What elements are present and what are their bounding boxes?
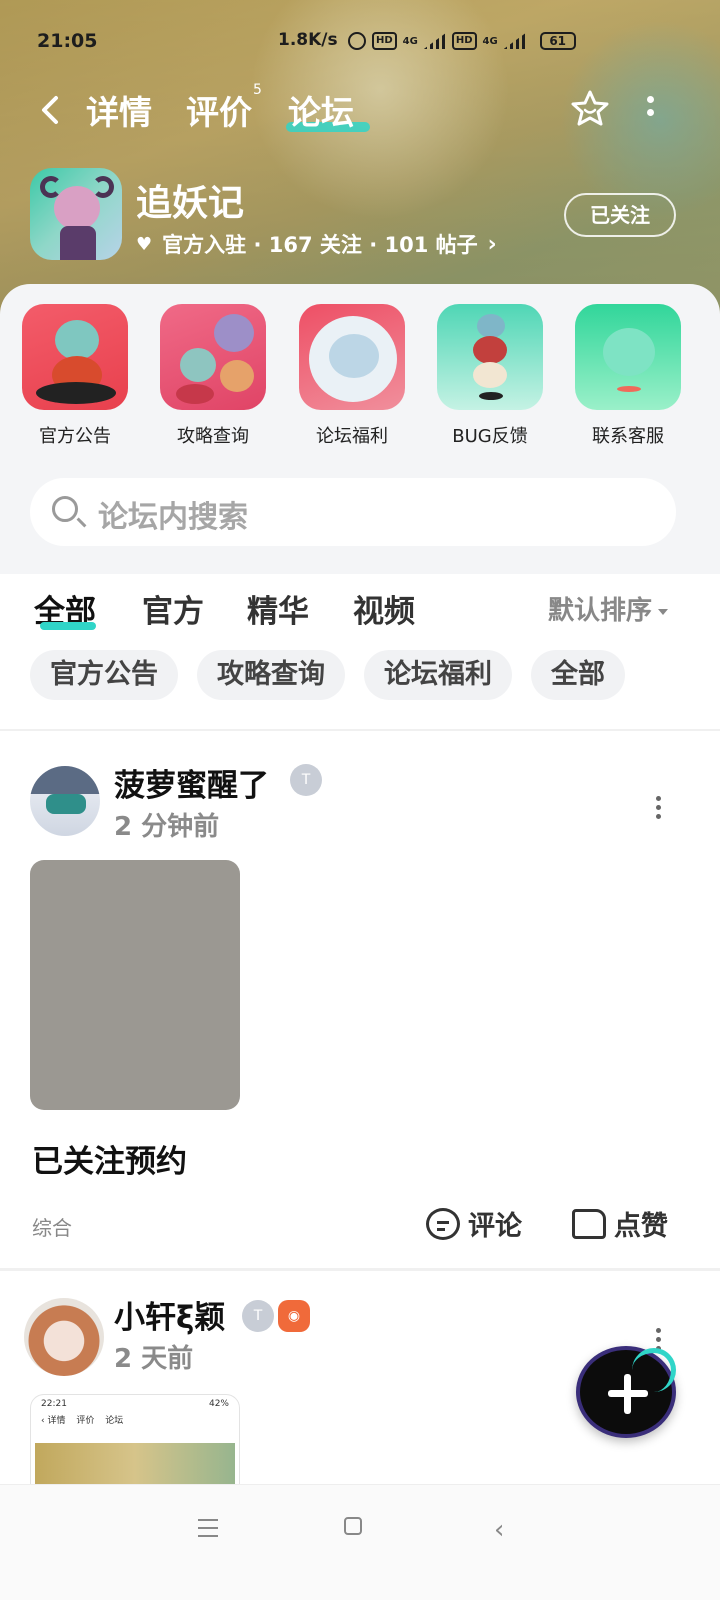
game-meta[interactable]: ♥ 官方入驻 · 167 关注 · 101 帖子 › bbox=[136, 229, 497, 259]
star-icon[interactable] bbox=[570, 88, 610, 128]
like-button[interactable]: 点赞 bbox=[572, 1204, 668, 1243]
chevron-right-icon: › bbox=[487, 231, 497, 257]
signal-icon bbox=[503, 33, 526, 49]
post-card[interactable]: 菠萝蜜醒了 T 2 分钟前 已关注预约 综合 评论 点赞 bbox=[0, 764, 720, 1246]
network-type: 4G bbox=[482, 35, 498, 47]
shortcut-bug-report[interactable]: BUG反馈 bbox=[435, 304, 545, 448]
like-label: 点赞 bbox=[614, 1211, 668, 1242]
sort-dropdown[interactable]: 默认排序 bbox=[548, 590, 668, 627]
divider bbox=[0, 1268, 720, 1271]
shortcuts-panel: 官方公告 攻略查询 论坛福利 BUG反馈 联系客服 论坛内搜索 bbox=[0, 284, 720, 574]
tab-details[interactable]: 详情 bbox=[86, 86, 152, 134]
benefits-icon bbox=[299, 304, 405, 410]
alarm-icon bbox=[348, 32, 366, 50]
shortcut-label: 官方公告 bbox=[39, 426, 111, 447]
bug-report-icon bbox=[437, 304, 543, 410]
chip-benefits[interactable]: 论坛福利 bbox=[364, 650, 512, 700]
search-placeholder: 论坛内搜索 bbox=[98, 500, 248, 535]
post-username[interactable]: 菠萝蜜醒了 bbox=[114, 760, 269, 805]
filter-chips: 官方公告 攻略查询 论坛福利 全部 bbox=[0, 650, 720, 702]
system-navigation-bar: ‹ bbox=[0, 1484, 720, 1600]
guide-icon bbox=[160, 304, 266, 410]
post-tag[interactable]: 综合 bbox=[32, 1212, 72, 1241]
shortcut-label: 攻略查询 bbox=[177, 426, 249, 447]
feed-tabs: 全部 官方 精华 视频 默认排序 bbox=[0, 574, 720, 634]
back-icon[interactable] bbox=[38, 92, 64, 128]
post-image[interactable] bbox=[30, 860, 240, 1110]
game-badge-icon: ◉ bbox=[278, 1300, 310, 1332]
game-title: 追妖记 bbox=[136, 183, 245, 224]
top-navigation: 详情 评价 5 论坛 bbox=[0, 82, 720, 138]
post-content[interactable]: 已关注预约 bbox=[32, 1136, 187, 1181]
status-bar: 21:05 1.8K/s HD 4G HD 4G 61 bbox=[0, 26, 720, 60]
search-input[interactable]: 论坛内搜索 bbox=[30, 478, 676, 546]
reviews-count: 5 bbox=[253, 82, 262, 98]
avatar[interactable] bbox=[24, 1298, 104, 1376]
divider bbox=[0, 729, 720, 731]
home-icon[interactable] bbox=[344, 1517, 362, 1535]
create-post-button[interactable] bbox=[576, 1346, 676, 1438]
tab-videos[interactable]: 视频 bbox=[353, 586, 415, 631]
more-icon[interactable] bbox=[640, 92, 660, 126]
shortcut-announcement[interactable]: 官方公告 bbox=[20, 304, 130, 448]
signal-icon bbox=[423, 33, 446, 49]
search-icon bbox=[52, 496, 78, 522]
comment-icon bbox=[426, 1207, 460, 1240]
menu-icon[interactable] bbox=[198, 1519, 218, 1543]
hd-icon: HD bbox=[372, 32, 397, 50]
network-speed: 1.8K/s bbox=[278, 30, 338, 50]
tab-forum[interactable]: 论坛 bbox=[288, 86, 354, 134]
back-icon[interactable]: ‹ bbox=[494, 1515, 504, 1545]
chip-guide[interactable]: 攻略查询 bbox=[197, 650, 345, 700]
hd-icon: HD bbox=[451, 32, 477, 50]
post-username[interactable]: 小轩ξ颖 bbox=[114, 1292, 225, 1337]
battery-icon: 61 bbox=[539, 32, 576, 50]
tab-official[interactable]: 官方 bbox=[142, 586, 204, 631]
chip-announcement[interactable]: 官方公告 bbox=[30, 650, 178, 700]
status-time: 21:05 bbox=[37, 30, 98, 52]
level-badge-icon: T bbox=[242, 1300, 274, 1332]
comment-label: 评论 bbox=[468, 1211, 522, 1242]
tab-featured[interactable]: 精华 bbox=[247, 586, 309, 631]
comment-button[interactable]: 评论 bbox=[426, 1204, 522, 1243]
shortcut-label: 论坛福利 bbox=[316, 426, 388, 447]
network-type: 4G bbox=[402, 35, 418, 47]
post-more-icon[interactable] bbox=[656, 796, 664, 823]
follow-button[interactable]: 已关注 bbox=[564, 193, 676, 237]
active-tab-indicator bbox=[40, 622, 96, 630]
shortcut-guide[interactable]: 攻略查询 bbox=[158, 304, 268, 448]
verified-icon: ♥ bbox=[136, 233, 153, 255]
post-time: 2 天前 bbox=[114, 1344, 194, 1374]
chip-all[interactable]: 全部 bbox=[531, 650, 625, 700]
thumbs-up-icon bbox=[572, 1208, 606, 1239]
announcement-icon bbox=[22, 304, 128, 410]
customer-service-icon bbox=[575, 304, 681, 410]
level-badge-icon: T bbox=[290, 764, 322, 796]
post-time: 2 分钟前 bbox=[114, 812, 220, 842]
shortcut-label: 联系客服 bbox=[592, 426, 664, 447]
avatar[interactable] bbox=[30, 766, 100, 836]
post-image[interactable]: 22:21 42% ‹ 详情 评价 论坛 bbox=[30, 1394, 240, 1494]
game-icon bbox=[30, 168, 122, 260]
shortcut-label: BUG反馈 bbox=[452, 426, 528, 447]
shortcut-benefits[interactable]: 论坛福利 bbox=[297, 304, 407, 448]
shortcut-customer-service[interactable]: 联系客服 bbox=[573, 304, 683, 448]
tab-reviews[interactable]: 评价 bbox=[186, 86, 252, 134]
game-meta-text: 官方入驻 · 167 关注 · 101 帖子 bbox=[162, 233, 478, 257]
